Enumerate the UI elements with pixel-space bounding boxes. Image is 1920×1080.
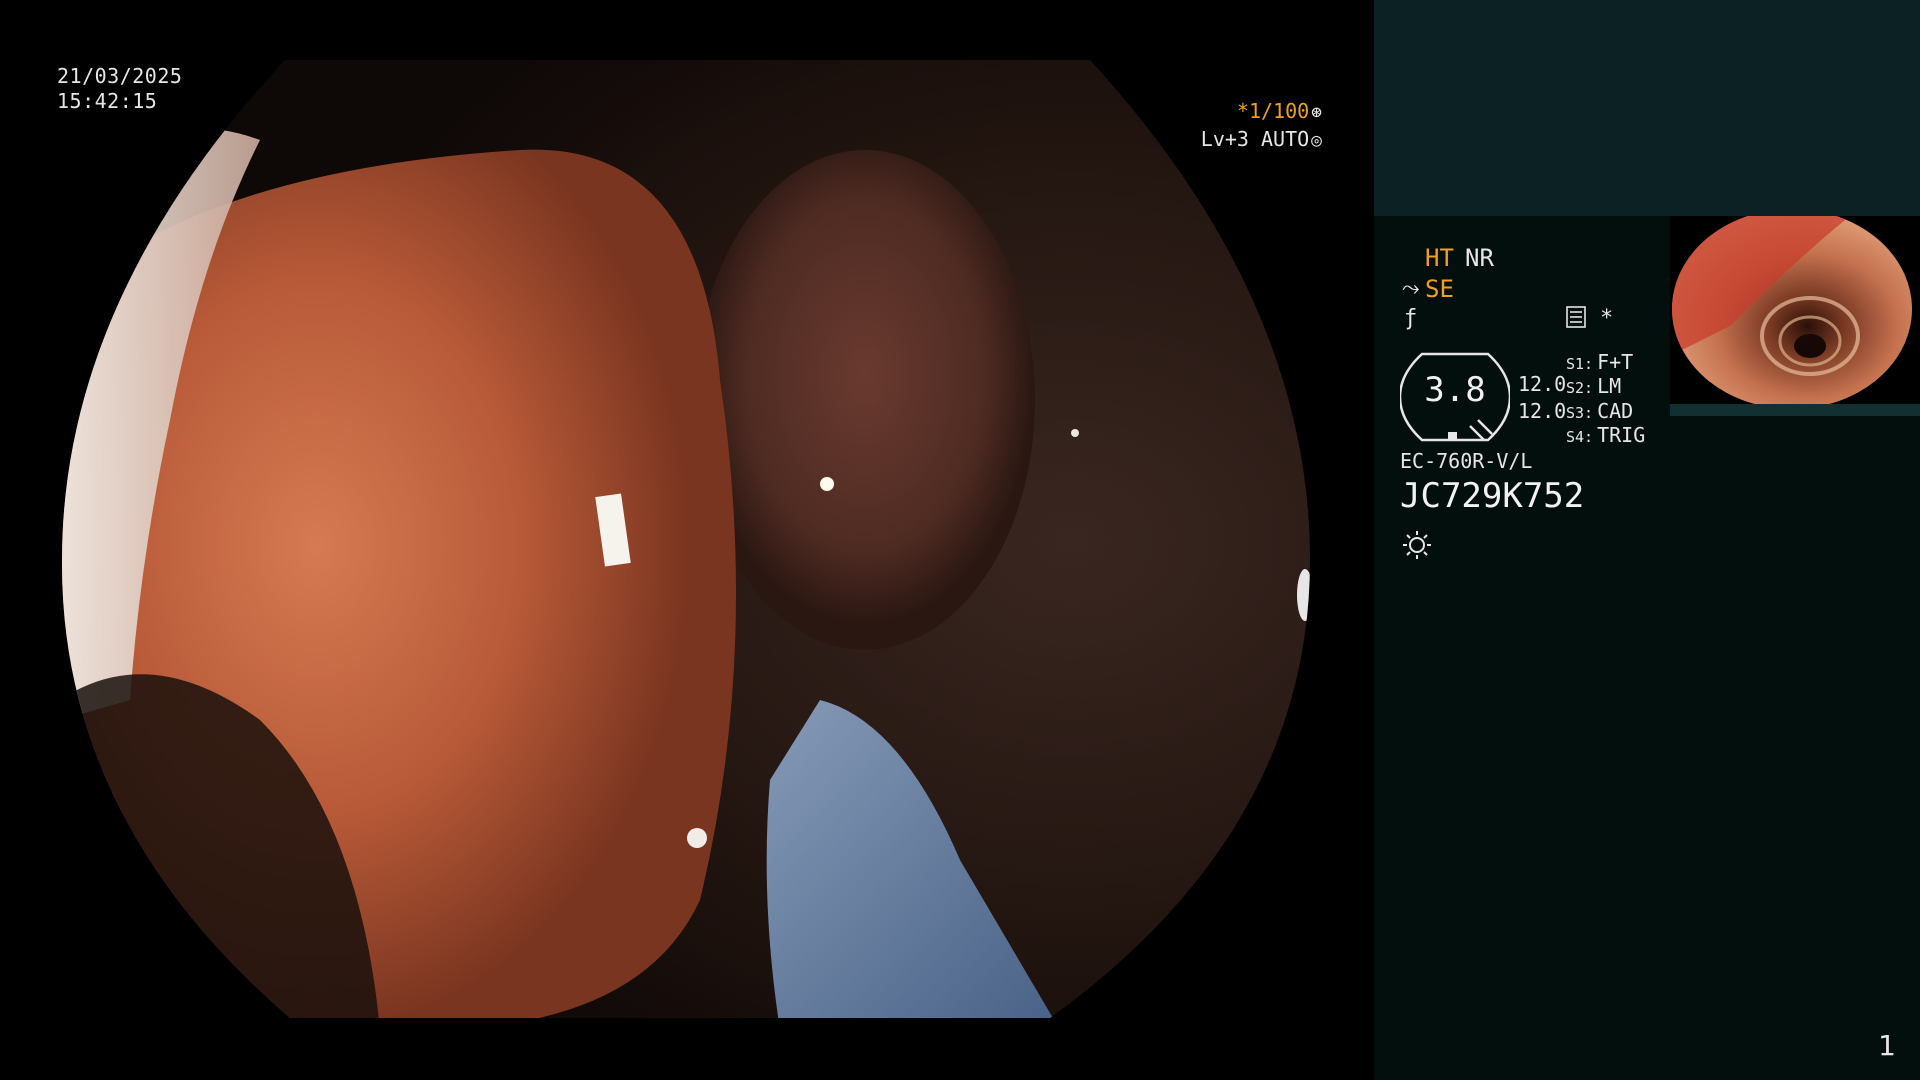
- exposure-level-text: Lv+3 AUTO: [1200, 127, 1310, 151]
- light-source-icon: [1403, 531, 1431, 559]
- scope-switch-s4: S4: TRIG: [1566, 423, 1646, 447]
- se-indicator: SE: [1425, 275, 1454, 303]
- scope-switch-s1: S1: F+T: [1566, 350, 1634, 374]
- endoscopic-image: [61, 60, 1310, 1018]
- capture-thumbnail[interactable]: [1670, 216, 1920, 416]
- page-number: 1: [1878, 1029, 1896, 1062]
- gauge-value: 3.8: [1424, 370, 1486, 410]
- thumbnail-status-bar: [1670, 404, 1920, 416]
- f-curve-icon: ƒ: [1404, 306, 1418, 331]
- se-scope-icon: ⤳: [1402, 276, 1420, 301]
- info-panel: HT NR ⤳ SE ƒ * 3.8 12.0 12.0 S1: F+T S2: L…: [1374, 0, 1920, 1080]
- star-indicator: *: [1600, 306, 1614, 331]
- shutter-speed: *1/100 ⊛: [1237, 99, 1322, 123]
- menu-list-icon: [1566, 306, 1586, 328]
- scope-switch-s3: S3: CAD: [1566, 399, 1634, 423]
- exposure-level: Lv+3 AUTO ◎: [1201, 127, 1322, 151]
- shutter-dial-icon: ⊛: [1311, 102, 1322, 123]
- ht-indicator: HT: [1425, 244, 1454, 272]
- time-text: 15:42:15: [57, 89, 158, 113]
- scope-model: EC-760R-V/L: [1400, 449, 1533, 473]
- shutter-speed-text: *1/100: [1236, 99, 1310, 123]
- nr-indicator: NR: [1465, 244, 1494, 272]
- scope-switch-s2: S2: LM: [1566, 374, 1622, 398]
- scope-serial: JC729K752: [1400, 476, 1585, 516]
- auto-dial-icon: ◎: [1311, 130, 1322, 151]
- endoscope-view: 21/03/2025 15:42:15 *1/100 ⊛ Lv+3 AUTO ◎: [0, 0, 1374, 1080]
- date-text: 21/03/2025: [57, 64, 183, 88]
- value-readout-2: 12.0: [1518, 399, 1567, 423]
- panel-header: [1374, 0, 1920, 216]
- value-readout-1: 12.0: [1518, 372, 1567, 396]
